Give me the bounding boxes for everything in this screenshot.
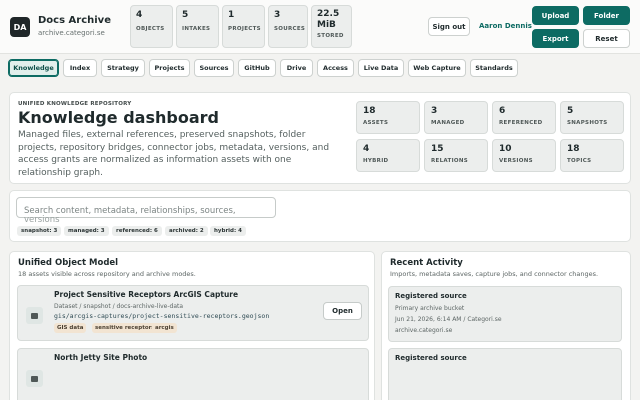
- recent-activity-panel: Recent Activity Imports, metadata saves,…: [381, 251, 631, 400]
- app-domain: archive.categori.se: [38, 29, 105, 37]
- metric-hybrid: 4 HYBRID: [356, 139, 420, 172]
- tab-index[interactable]: Index: [63, 59, 97, 77]
- object-path: gis/arcgis-captures/project-sensitive-re…: [54, 312, 270, 320]
- object-model-panel: Unified Object Model 18 assets visible a…: [9, 251, 375, 400]
- export-button[interactable]: Export: [532, 29, 579, 48]
- filter-chip-managed[interactable]: managed: 3: [64, 226, 109, 236]
- stat-projects: 1 PROJECTS: [222, 5, 265, 48]
- activity-item-detail: Primary archive bucket: [395, 305, 465, 312]
- filter-chip-snapshot[interactable]: snapshot: 3: [17, 226, 62, 236]
- object-tag: sensitive receptors: [92, 323, 158, 333]
- object-tag: arcgis: [152, 323, 177, 333]
- folder-button[interactable]: Folder: [583, 6, 630, 25]
- metric-topics: 18 TOPICS: [560, 139, 624, 172]
- object-model-subtitle: 18 assets visible across repository and …: [18, 270, 196, 278]
- sign-out-button[interactable]: Sign out: [428, 17, 470, 36]
- metric-referenced: 6 REFERENCED: [492, 101, 556, 134]
- filter-chip-archived[interactable]: archived: 2: [165, 226, 208, 236]
- activity-item: Registered source: [388, 348, 622, 400]
- object-meta: Dataset / snapshot / docs-archive-live-d…: [54, 303, 184, 310]
- activity-subtitle: Imports, metadata saves, capture jobs, a…: [390, 270, 599, 278]
- user-name-link[interactable]: Aaron Dennis: [479, 22, 532, 30]
- activity-item-title: Registered source: [395, 292, 467, 300]
- tab-standards[interactable]: Standards: [470, 59, 518, 77]
- tab-strategy[interactable]: Strategy: [101, 59, 145, 77]
- app-header: DA Docs Archive archive.categori.se 4 OBJ…: [0, 0, 640, 54]
- knowledge-hero: UNIFIED KNOWLEDGE REPOSITORY Knowledge d…: [9, 92, 631, 184]
- reset-button[interactable]: Reset: [583, 29, 630, 48]
- metric-versions: 10 VERSIONS: [492, 139, 556, 172]
- stat-objects: 4 OBJECTS: [130, 5, 173, 48]
- object-card[interactable]: North Jetty Site Photo: [17, 348, 369, 400]
- activity-item-host: archive.categori.se: [395, 327, 453, 334]
- upload-button[interactable]: Upload: [532, 6, 579, 25]
- stat-sources: 3 SOURCES: [268, 5, 308, 48]
- stat-intakes: 5 INTAKES: [176, 5, 219, 48]
- search-placeholder-overflow: versions: [24, 215, 60, 225]
- metric-relations: 15 RELATIONS: [424, 139, 488, 172]
- search-panel: versions snapshot: 3 managed: 3 referenc…: [9, 190, 631, 242]
- activity-item-time: Jun 21, 2026, 6:14 AM / Categori.se: [395, 316, 502, 323]
- stat-stored: 22.5 MiB STORED: [311, 5, 352, 48]
- dataset-icon: [26, 307, 43, 324]
- object-card[interactable]: Project Sensitive Receptors ArcGIS Captu…: [17, 285, 369, 341]
- activity-item: Registered source Primary archive bucket…: [388, 286, 622, 342]
- object-model-title: Unified Object Model: [18, 258, 119, 268]
- tab-projects[interactable]: Projects: [149, 59, 190, 77]
- hero-kicker: UNIFIED KNOWLEDGE REPOSITORY: [18, 101, 132, 107]
- photo-icon: [26, 370, 43, 387]
- tab-drive[interactable]: Drive: [280, 59, 313, 77]
- tab-sources[interactable]: Sources: [194, 59, 234, 77]
- filter-chip-referenced[interactable]: referenced: 6: [112, 226, 162, 236]
- object-title[interactable]: North Jetty Site Photo: [54, 353, 147, 362]
- app-logo: DA: [10, 17, 30, 37]
- open-object-button[interactable]: Open: [323, 302, 362, 320]
- tab-web-capture[interactable]: Web Capture: [408, 59, 466, 77]
- hero-description: Managed files, external references, pres…: [18, 130, 330, 178]
- object-title[interactable]: Project Sensitive Receptors ArcGIS Captu…: [54, 290, 238, 299]
- tab-github[interactable]: GitHub: [238, 59, 276, 77]
- object-tag: GIS data: [54, 323, 87, 333]
- tab-live-data[interactable]: Live Data: [358, 59, 404, 77]
- activity-title: Recent Activity: [390, 258, 463, 268]
- activity-item-title: Registered source: [395, 354, 467, 362]
- metric-snapshots: 5 SNAPSHOTS: [560, 101, 624, 134]
- metric-assets: 18 ASSETS: [356, 101, 420, 134]
- app-title: Docs Archive: [38, 15, 111, 26]
- tab-access[interactable]: Access: [317, 59, 354, 77]
- page-title: Knowledge dashboard: [18, 108, 219, 127]
- metric-managed: 3 MANAGED: [424, 101, 488, 134]
- tab-knowledge[interactable]: Knowledge: [8, 59, 59, 77]
- filter-chip-hybrid[interactable]: hybrid: 4: [210, 226, 246, 236]
